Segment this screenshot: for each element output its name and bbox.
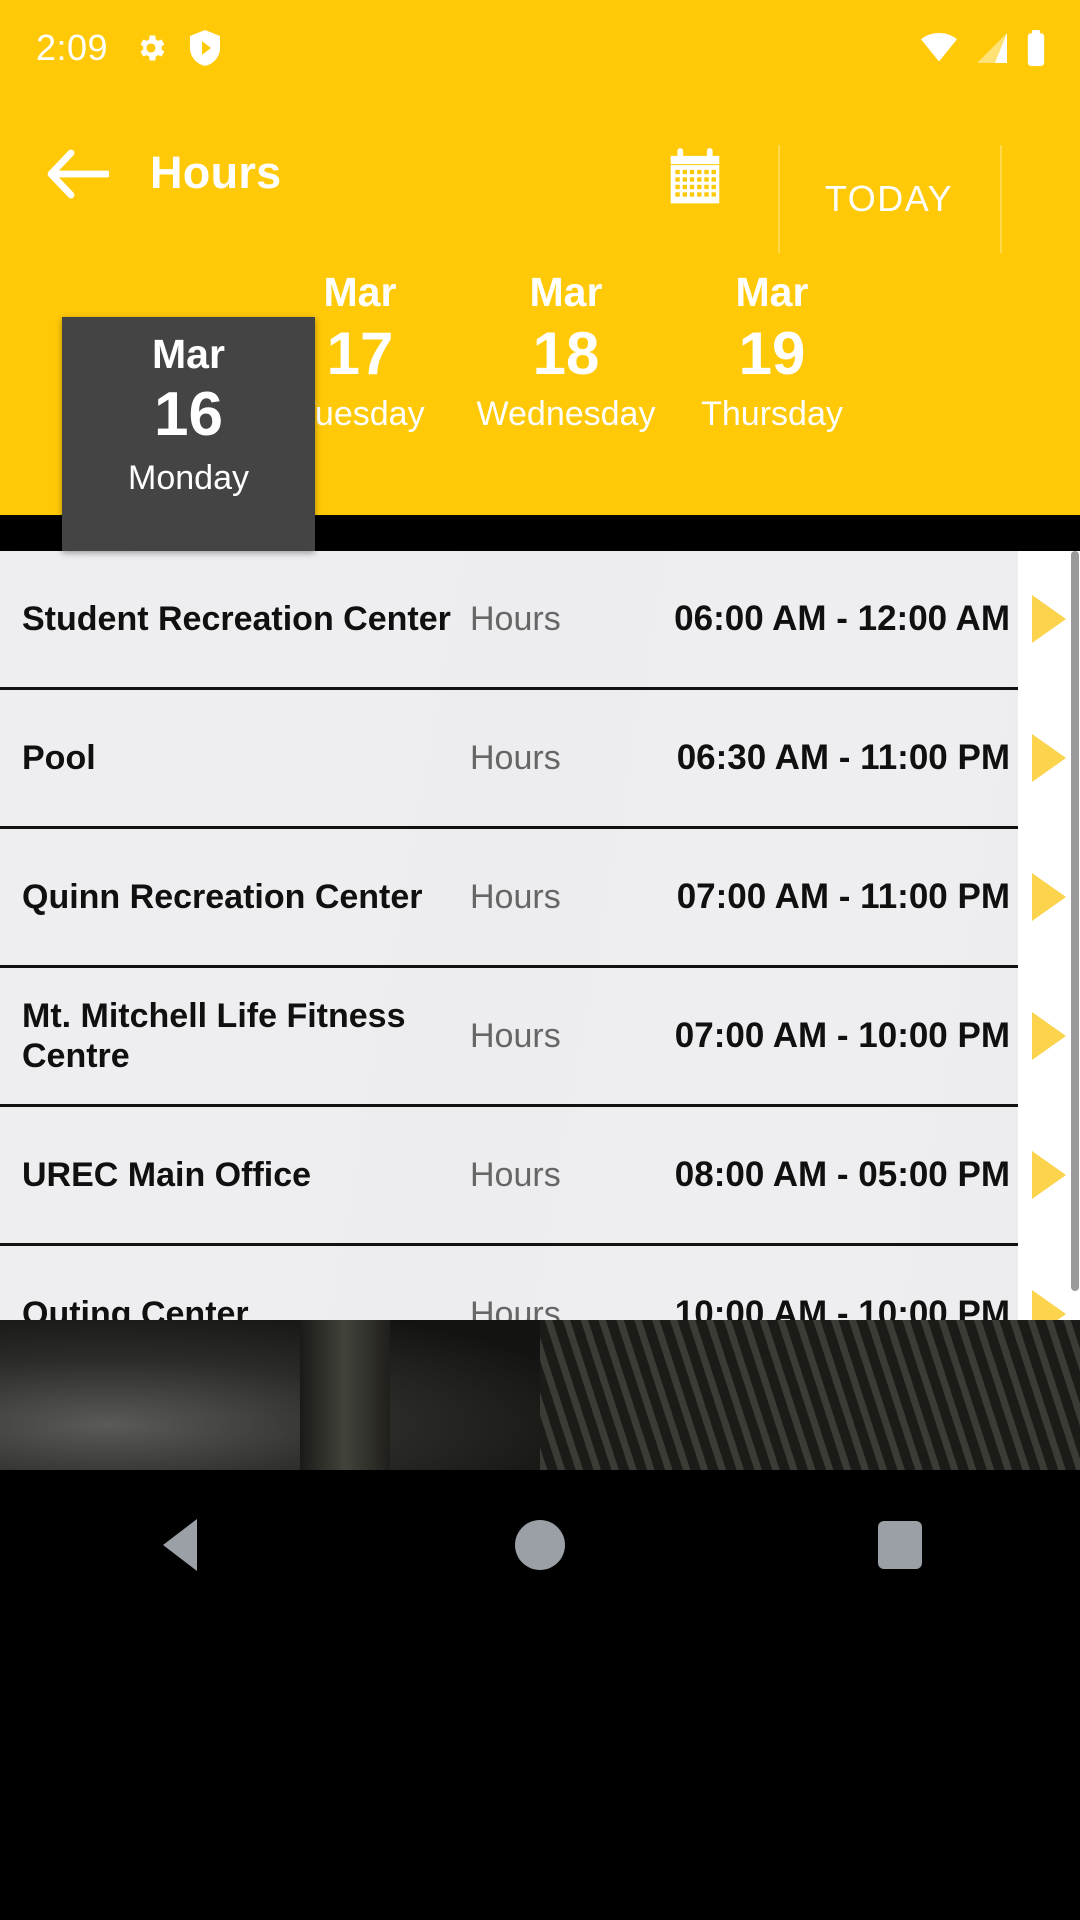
table-row[interactable]: Pool Hours 06:30 AM - 11:00 PM [0, 688, 1080, 829]
date-tab-day: 19 [738, 320, 806, 387]
table-row[interactable]: Outing Center Hours 10:00 AM - 10:00 PM [0, 1244, 1080, 1321]
table-row[interactable]: UREC Main Office Hours 08:00 AM - 05:00 … [0, 1105, 1080, 1246]
date-tab-3[interactable]: Mar 19 Thursday [669, 255, 875, 515]
photo-right [540, 1320, 1080, 1470]
date-tab-2[interactable]: Mar 18 Wednesday [463, 255, 669, 515]
play-arrow-icon [1032, 595, 1066, 643]
page-title: Hours [150, 147, 282, 198]
date-tab-weekday: Wednesday [476, 395, 656, 433]
hours-label: Hours [470, 1016, 561, 1055]
date-tab-month: Mar [735, 269, 809, 315]
hours-label: Hours [470, 599, 561, 638]
hours-value: 07:00 AM - 10:00 PM [674, 1016, 1010, 1055]
nav-back-button[interactable] [0, 1519, 360, 1571]
venue-name: Outing Center [22, 1294, 249, 1320]
date-tab-day: 18 [532, 320, 600, 387]
hours-label: Hours [470, 738, 561, 777]
photo-left [0, 1320, 540, 1470]
hours-value: 10:00 AM - 10:00 PM [674, 1294, 1010, 1320]
hours-value: 08:00 AM - 05:00 PM [674, 1155, 1010, 1194]
gear-icon [134, 31, 168, 65]
date-tab-weekday: Thursday [701, 395, 843, 433]
hours-value: 06:30 AM - 11:00 PM [676, 738, 1010, 777]
wifi-icon [920, 32, 958, 63]
table-row[interactable]: Mt. Mitchell Life Fitness Centre Hours 0… [0, 966, 1080, 1107]
recents-square-icon [878, 1521, 922, 1569]
hours-value: 06:00 AM - 12:00 AM [674, 599, 1010, 638]
home-circle-icon [515, 1520, 565, 1570]
app-bar: Hours TODAY [0, 95, 1080, 255]
calendar-picker-button[interactable] [660, 143, 730, 213]
date-tab-month: Mar [152, 331, 225, 377]
date-tab-day: 17 [326, 320, 394, 387]
hours-label: Hours [470, 877, 561, 916]
date-tab-selected[interactable]: Mar 16 Monday [62, 317, 315, 551]
status-bar: 2:09 [0, 0, 1080, 95]
battery-icon [1026, 29, 1046, 66]
venue-name: Pool [22, 738, 96, 777]
phone-screen: 2:09 Hours TODAY Mar 17 Tuesday Mar 18 W… [0, 0, 1080, 1920]
photo-tree-trunk [300, 1320, 390, 1470]
list-scrollbar[interactable] [1070, 551, 1080, 1320]
back-arrow-icon [47, 149, 111, 204]
play-arrow-icon [1032, 873, 1066, 921]
nav-recents-button[interactable] [720, 1521, 1080, 1569]
date-tab-month: Mar [323, 269, 397, 315]
venue-name: Quinn Recreation Center [22, 877, 423, 916]
venue-name: UREC Main Office [22, 1155, 312, 1194]
back-triangle-icon [163, 1519, 197, 1571]
status-bar-clock: 2:09 [36, 26, 109, 68]
android-navigation-bar [0, 1470, 1080, 1920]
hours-label: Hours [470, 1155, 561, 1194]
cellular-signal-icon [974, 32, 1010, 63]
background-photo-strip [0, 1320, 1080, 1470]
play-arrow-icon [1032, 1151, 1066, 1199]
today-button[interactable]: TODAY [778, 145, 1000, 253]
play-arrow-icon [1032, 1290, 1066, 1320]
table-row[interactable]: Quinn Recreation Center Hours 07:00 AM -… [0, 827, 1080, 968]
table-row[interactable]: Student Recreation Center Hours 06:00 AM… [0, 551, 1080, 690]
nav-home-button[interactable] [360, 1520, 720, 1570]
venue-name: Student Recreation Center [22, 599, 451, 638]
calendar-icon [664, 145, 726, 212]
back-button[interactable] [44, 145, 112, 207]
hours-value: 07:00 AM - 11:00 PM [676, 877, 1010, 916]
play-arrow-icon [1032, 734, 1066, 782]
date-tab-weekday: Monday [128, 459, 249, 498]
date-tab-month: Mar [529, 269, 603, 315]
hours-label: Hours [470, 1294, 561, 1321]
date-tab-day: 16 [154, 380, 223, 449]
venue-name: Mt. Mitchell Life Fitness Centre [22, 996, 406, 1075]
shield-play-icon [190, 29, 221, 66]
play-arrow-icon [1032, 1012, 1066, 1060]
scrollbar-thumb[interactable] [1071, 551, 1079, 1291]
appbar-divider-right [1000, 145, 1002, 253]
hours-list[interactable]: Student Recreation Center Hours 06:00 AM… [0, 551, 1080, 1320]
